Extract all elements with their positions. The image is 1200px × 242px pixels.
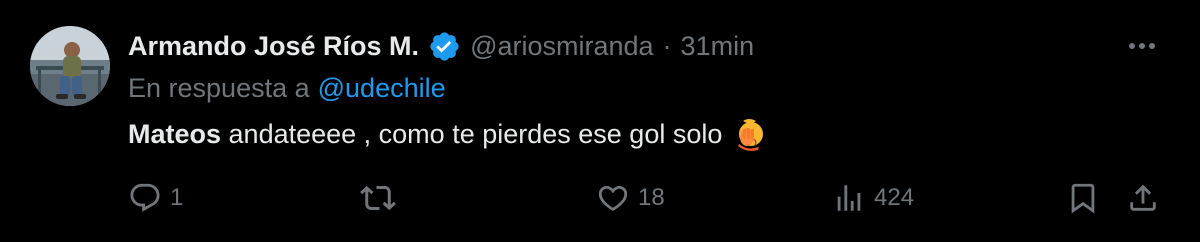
views-button[interactable]: 424	[832, 176, 914, 220]
reply-count: 1	[170, 184, 184, 211]
like-button[interactable]: 18	[596, 176, 665, 220]
views-count: 424	[874, 184, 915, 211]
reply-mention-link[interactable]: @udechile	[318, 73, 446, 104]
analytics-icon	[837, 185, 861, 211]
author-display-name[interactable]: Armando José Ríos M.	[128, 31, 419, 62]
avatar-photo	[30, 26, 110, 106]
tweet-actions: 1 18 424	[0, 176, 1200, 220]
reply-button[interactable]: 1	[128, 176, 183, 220]
verified-badge-icon[interactable]	[428, 30, 461, 63]
tweet-text-bold: Mateos	[128, 118, 222, 149]
retweet-icon	[360, 185, 396, 211]
bookmark-icon	[1071, 183, 1095, 214]
tweet-timestamp[interactable]: 31min	[681, 31, 755, 62]
share-button[interactable]	[1126, 176, 1160, 220]
author-handle[interactable]: @ariosmiranda	[470, 31, 653, 62]
share-icon	[1130, 184, 1156, 211]
retweet-button[interactable]	[360, 176, 404, 220]
more-dots-icon	[1129, 43, 1155, 49]
reply-context: En respuesta a @udechile	[128, 70, 446, 106]
bookmark-button[interactable]	[1066, 176, 1100, 220]
like-count: 18	[638, 184, 665, 211]
face-palm-emoji	[734, 117, 766, 151]
reply-icon	[130, 183, 160, 212]
more-options-button[interactable]	[1124, 28, 1160, 64]
tweet-text: Mateos andateeee , como te pierdes ese g…	[128, 114, 766, 154]
tweet-header: Armando José Ríos M. @ariosmiranda · 31m…	[128, 26, 754, 66]
reply-prefix: En respuesta a	[128, 72, 310, 103]
separator-dot: ·	[662, 30, 672, 61]
avatar[interactable]	[30, 26, 110, 106]
heart-icon	[598, 185, 628, 211]
tweet-text-rest: andateeee , como te pierdes ese gol solo	[221, 118, 723, 149]
tweet[interactable]: Armando José Ríos M. @ariosmiranda · 31m…	[0, 0, 1200, 242]
